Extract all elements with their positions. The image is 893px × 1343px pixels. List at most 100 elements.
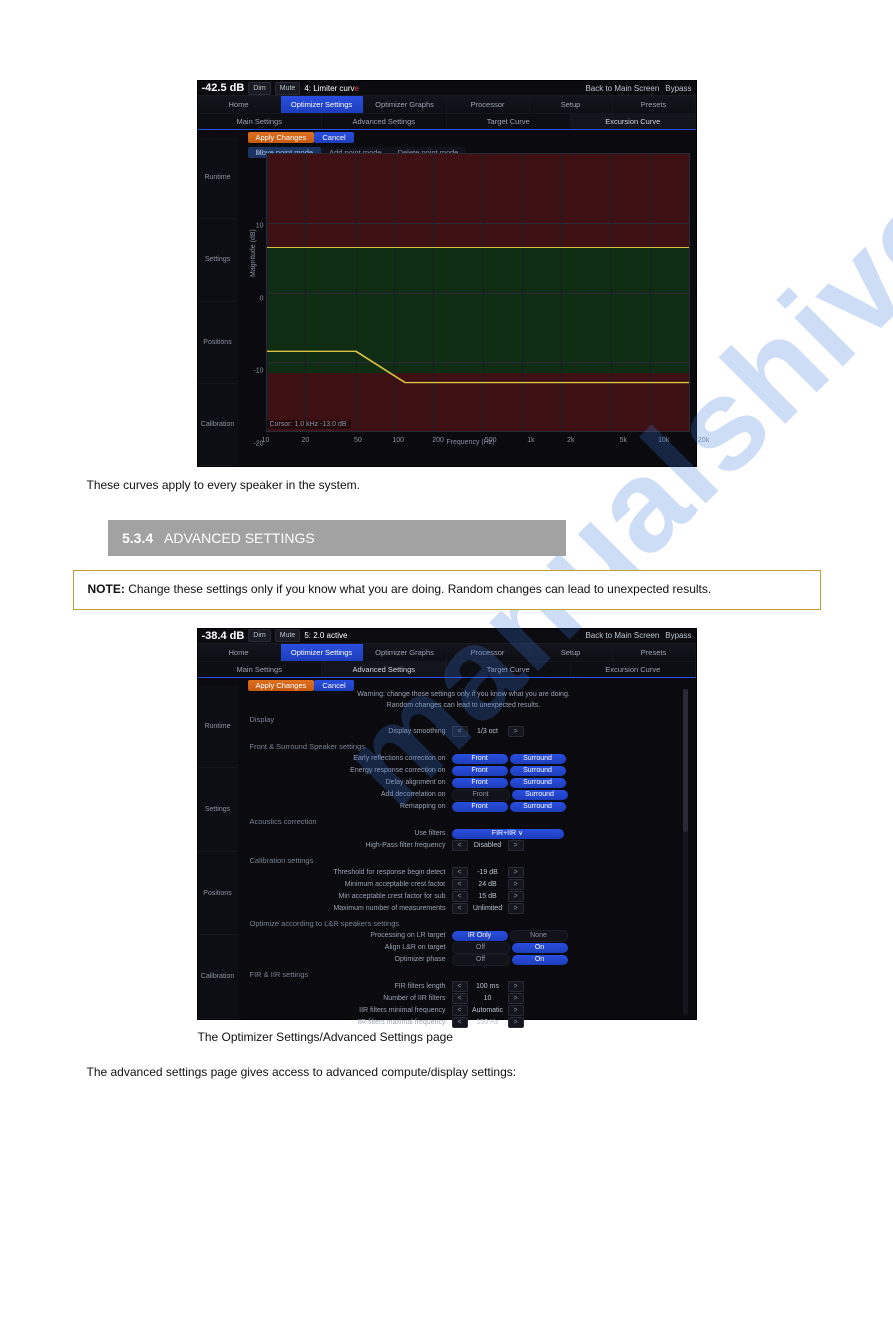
chart-area[interactable]	[266, 153, 690, 432]
tab-advanced-settings[interactable]: Advanced Settings	[322, 114, 447, 129]
scrollbar-track[interactable]	[683, 689, 688, 1015]
step-down[interactable]: <	[452, 867, 468, 878]
value: 15 dB	[470, 892, 506, 901]
tab-main-settings[interactable]: Main Settings	[198, 114, 323, 129]
screenshot-advanced-settings: -38.4 dB Dim Mute 5: 2.0 active Back to …	[197, 628, 697, 1020]
step-up[interactable]: >	[508, 993, 524, 1004]
use-filters-select[interactable]: FIR+IIR ∨	[452, 829, 564, 839]
nav-presets[interactable]: Presets	[613, 644, 696, 661]
apply-button[interactable]: Apply Changes	[248, 132, 315, 143]
x-tick: 200	[432, 437, 444, 444]
step-down[interactable]: <	[452, 1005, 468, 1016]
bypass-link[interactable]: Bypass	[665, 631, 691, 640]
step-up[interactable]: >	[508, 981, 524, 992]
dim-button[interactable]: Dim	[248, 629, 270, 642]
nav-optimizer-settings[interactable]: Optimizer Settings	[281, 96, 364, 113]
pill-off[interactable]: Off	[452, 942, 510, 954]
side-runtime[interactable]: Runtime	[198, 137, 238, 219]
nav-home[interactable]: Home	[198, 96, 281, 113]
mute-button[interactable]: Mute	[275, 629, 301, 642]
step-down[interactable]: <	[452, 840, 468, 851]
row-early-reflections: Early reflections correction on FrontSur…	[240, 753, 688, 765]
nav-presets[interactable]: Presets	[613, 96, 696, 113]
scrollbar-thumb[interactable]	[683, 689, 688, 832]
step-up[interactable]: >	[508, 840, 524, 851]
nav-optimizer-settings[interactable]: Optimizer Settings	[281, 644, 364, 661]
side-calibration[interactable]: Calibration	[198, 384, 238, 466]
side-settings[interactable]: Settings	[198, 219, 238, 301]
tab-advanced-settings[interactable]: Advanced Settings	[322, 662, 447, 677]
mute-button[interactable]: Mute	[275, 82, 301, 95]
row-energy-response: Energy response correction on FrontSurro…	[240, 765, 688, 777]
nav-processor[interactable]: Processor	[447, 96, 530, 113]
value: Automatic	[470, 1006, 506, 1015]
pill-off[interactable]: Off	[452, 954, 510, 966]
step-up[interactable]: >	[508, 1017, 524, 1028]
section-number: 5.3.4	[122, 530, 153, 546]
advanced-settings-pane: Warning: change those settings only if y…	[240, 689, 688, 1015]
nav-setup[interactable]: Setup	[530, 96, 613, 113]
cancel-button[interactable]: Cancel	[314, 132, 353, 143]
preset-title: 4: Limiter curve	[304, 84, 359, 93]
pill-none[interactable]: None	[510, 930, 568, 942]
step-down[interactable]: <	[452, 993, 468, 1004]
pill-front[interactable]: Front	[452, 766, 508, 776]
tab-target-curve[interactable]: Target Curve	[447, 662, 572, 677]
side-runtime[interactable]: Runtime	[198, 685, 238, 769]
pill-surround[interactable]: Surround	[510, 778, 566, 788]
step-down[interactable]: <	[452, 879, 468, 890]
pill-surround[interactable]: Surround	[510, 802, 566, 812]
bypass-link[interactable]: Bypass	[665, 84, 691, 93]
pill-front[interactable]: Front	[452, 789, 510, 801]
step-up[interactable]: >	[508, 891, 524, 902]
value: Unlimited	[470, 904, 506, 913]
back-link[interactable]: Back to Main Screen	[585, 631, 659, 640]
step-down[interactable]: <	[452, 981, 468, 992]
tab-main-settings[interactable]: Main Settings	[198, 662, 323, 677]
step-up[interactable]: >	[508, 879, 524, 890]
nav-optimizer-graphs[interactable]: Optimizer Graphs	[364, 644, 447, 661]
step-down[interactable]: <	[452, 726, 468, 737]
dim-button[interactable]: Dim	[248, 82, 270, 95]
tab-excursion-curve[interactable]: Excursion Curve	[571, 114, 696, 129]
side-settings[interactable]: Settings	[198, 768, 238, 852]
step-up[interactable]: >	[508, 867, 524, 878]
pill-front[interactable]: Front	[452, 754, 508, 764]
top-bar: -38.4 dB Dim Mute 5: 2.0 active Back to …	[198, 629, 696, 644]
side-positions[interactable]: Positions	[198, 302, 238, 384]
nav-processor[interactable]: Processor	[447, 644, 530, 661]
nav-optimizer-graphs[interactable]: Optimizer Graphs	[364, 96, 447, 113]
tab-target-curve[interactable]: Target Curve	[447, 114, 572, 129]
section-display: Display	[240, 711, 688, 726]
back-link[interactable]: Back to Main Screen	[585, 84, 659, 93]
pill-surround[interactable]: Surround	[510, 754, 566, 764]
nav-setup[interactable]: Setup	[530, 644, 613, 661]
pill-on[interactable]: On	[512, 943, 568, 953]
x-tick: 2k	[567, 437, 574, 444]
pill-surround[interactable]: Surround	[512, 790, 568, 800]
step-down[interactable]: <	[452, 1017, 468, 1028]
step-down[interactable]: <	[452, 903, 468, 914]
pill-surround[interactable]: Surround	[510, 766, 566, 776]
x-tick: 100	[392, 437, 404, 444]
value: 1/3 oct	[470, 727, 506, 736]
side-calibration[interactable]: Calibration	[198, 935, 238, 1019]
pill-front[interactable]: Front	[452, 802, 508, 812]
side-positions[interactable]: Positions	[198, 852, 238, 936]
lower-limit-line[interactable]	[267, 154, 689, 431]
nav-home[interactable]: Home	[198, 644, 281, 661]
tab-excursion-curve[interactable]: Excursion Curve	[571, 662, 696, 677]
row-max-measurements: Maximum number of measurements <Unlimite…	[240, 903, 688, 915]
warning-line-2: Random changes can lead to unexpected re…	[240, 700, 688, 711]
row-display-smoothing: Display smoothing < 1/3 oct >	[240, 726, 688, 738]
step-down[interactable]: <	[452, 891, 468, 902]
body-paragraph: The advanced settings page gives access …	[87, 1064, 807, 1081]
step-up[interactable]: >	[508, 1005, 524, 1016]
step-up[interactable]: >	[508, 726, 524, 737]
pill-ir-only[interactable]: IR Only	[452, 931, 508, 941]
pill-front[interactable]: Front	[452, 778, 508, 788]
row-iir-min-freq: IIR filters minimal frequency <Automatic…	[240, 1005, 688, 1017]
note-label: NOTE:	[88, 582, 125, 596]
pill-on[interactable]: On	[512, 955, 568, 965]
step-up[interactable]: >	[508, 903, 524, 914]
